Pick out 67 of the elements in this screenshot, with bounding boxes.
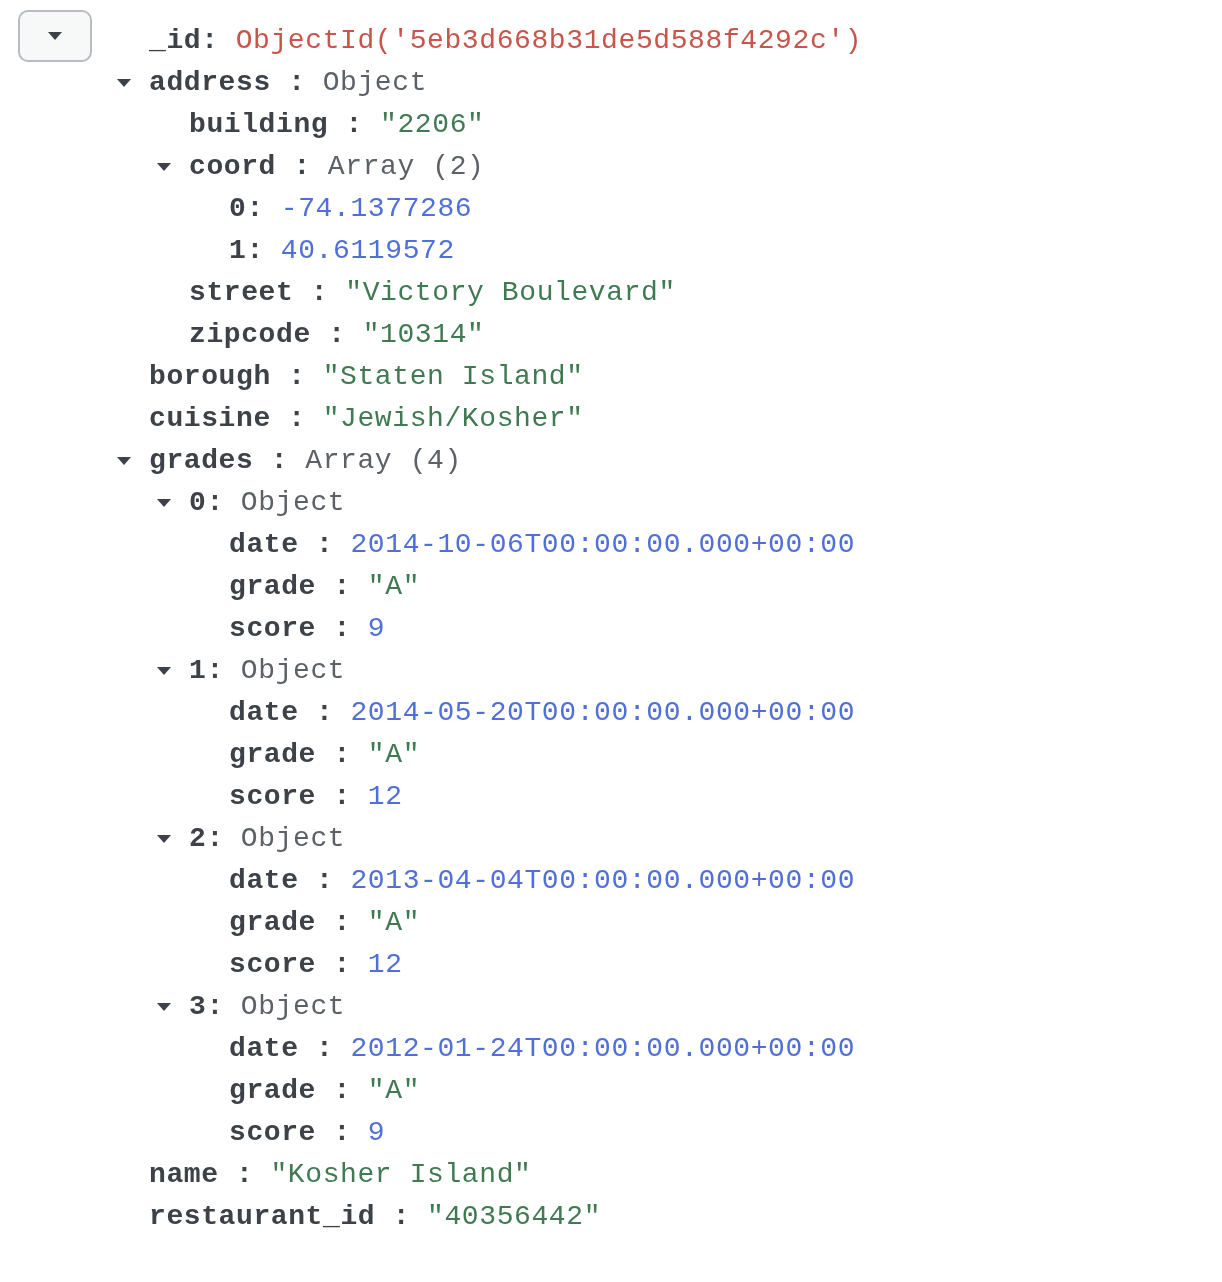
field-key: date : xyxy=(229,524,334,566)
field-key: date : xyxy=(229,692,334,734)
field-key: building : xyxy=(189,104,364,146)
field-value: Object xyxy=(240,990,346,1024)
field-key: score : xyxy=(229,776,351,818)
field-key: score : xyxy=(229,608,351,650)
field-value: 12 xyxy=(367,948,403,982)
field-value: Array (2) xyxy=(327,150,485,184)
field-key: grade : xyxy=(229,902,351,944)
field-key: cuisine : xyxy=(149,398,306,440)
field-value: 40.6119572 xyxy=(280,234,455,268)
caret-icon[interactable] xyxy=(117,78,131,88)
field-value: "2206" xyxy=(380,108,485,142)
field-key: 1: xyxy=(189,650,224,692)
field-key: borough : xyxy=(149,356,306,398)
caret-icon[interactable] xyxy=(157,498,171,508)
field-value: 12 xyxy=(367,780,403,814)
field-value: 2014-05-20T00:00:00.000+00:00 xyxy=(350,696,856,730)
field-key: 2: xyxy=(189,818,224,860)
field-value: "10314" xyxy=(362,318,485,352)
field-value: 2012-01-24T00:00:00.000+00:00 xyxy=(350,1032,856,1066)
field-key: name : xyxy=(149,1154,254,1196)
field-key: coord : xyxy=(189,146,311,188)
field-key: grade : xyxy=(229,1070,351,1112)
field-value: "Victory Boulevard" xyxy=(345,276,676,310)
field-value: Object xyxy=(240,822,346,856)
caret-icon[interactable] xyxy=(157,162,171,172)
caret-icon[interactable] xyxy=(48,31,62,41)
field-key: 1: xyxy=(229,230,264,272)
field-key: 3: xyxy=(189,986,224,1028)
field-key: 0: xyxy=(229,188,264,230)
field-key: _id: xyxy=(149,20,219,62)
field-value: Array (4) xyxy=(305,444,462,478)
field-value: "Kosher Island" xyxy=(270,1158,532,1192)
field-value: Object xyxy=(240,486,346,520)
field-key: grade : xyxy=(229,566,351,608)
field-value: Object xyxy=(322,66,428,100)
caret-icon[interactable] xyxy=(117,456,131,466)
field-key: address : xyxy=(149,62,306,104)
toggle-button[interactable] xyxy=(18,10,92,62)
field-value: 2013-04-04T00:00:00.000+00:00 xyxy=(350,864,856,898)
field-key: date : xyxy=(229,1028,334,1070)
field-value: Object xyxy=(240,654,346,688)
field-key: 0: xyxy=(189,482,224,524)
field-key: street : xyxy=(189,272,329,314)
caret-icon[interactable] xyxy=(157,666,171,676)
field-value: "A" xyxy=(367,1074,421,1108)
field-value: "Jewish/Kosher" xyxy=(322,402,584,436)
field-value: "A" xyxy=(367,738,421,772)
field-value: 9 xyxy=(367,612,386,646)
field-value: "40356442" xyxy=(427,1200,602,1234)
field-value: 2014-10-06T00:00:00.000+00:00 xyxy=(350,528,856,562)
field-value: ObjectId('5eb3d668b31de5d588f4292c') xyxy=(235,24,863,58)
field-key: grade : xyxy=(229,734,351,776)
field-key: restaurant_id : xyxy=(149,1196,411,1238)
caret-icon[interactable] xyxy=(157,1002,171,1012)
field-key: score : xyxy=(229,1112,351,1154)
field-key: zipcode : xyxy=(189,314,346,356)
field-value: "A" xyxy=(367,906,421,940)
field-value: "A" xyxy=(367,570,421,604)
field-key: grades : xyxy=(149,440,289,482)
caret-icon[interactable] xyxy=(157,834,171,844)
field-key: date : xyxy=(229,860,334,902)
field-value: -74.1377286 xyxy=(280,192,473,226)
field-value: "Staten Island" xyxy=(322,360,584,394)
field-key: score : xyxy=(229,944,351,986)
field-value: 9 xyxy=(367,1116,386,1150)
